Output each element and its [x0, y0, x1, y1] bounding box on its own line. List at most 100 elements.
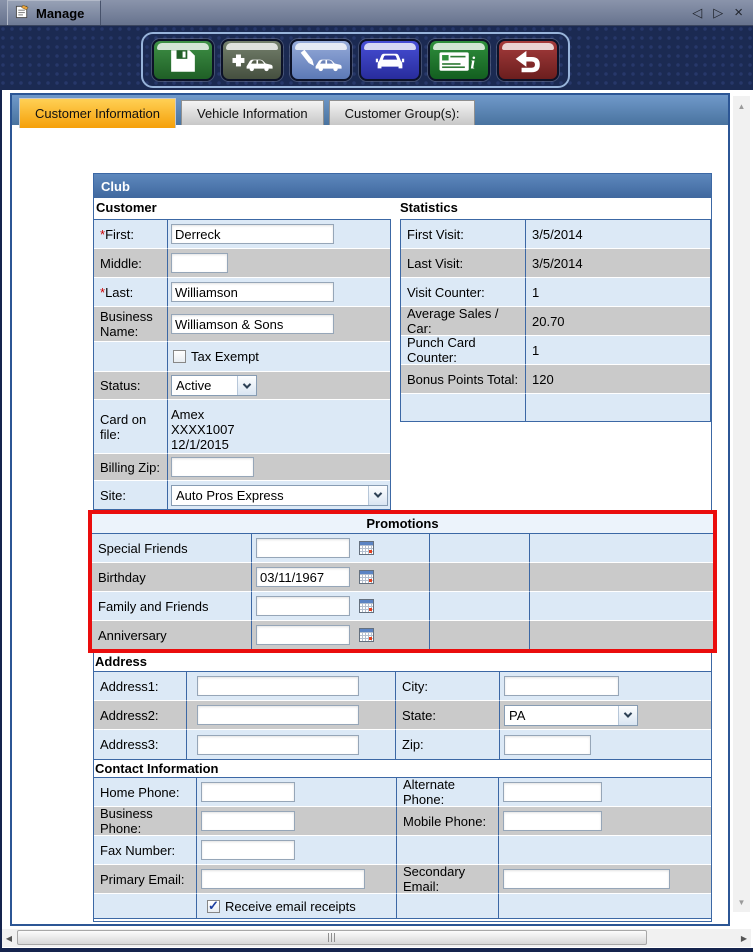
punch-card-value: 1	[532, 343, 539, 358]
edit-vehicle-button[interactable]	[290, 39, 352, 81]
city-label: City:	[402, 679, 428, 694]
birthday-date-input[interactable]	[256, 567, 350, 587]
manage-panel: Customer Information Vehicle Information…	[10, 93, 730, 926]
vehicle-button[interactable]	[359, 39, 421, 81]
business-phone-input[interactable]	[201, 811, 295, 831]
first-name-label: *First:	[100, 227, 134, 242]
calendar-icon[interactable]	[359, 628, 374, 642]
promotions-section: Promotions Special Friends Birthday	[88, 510, 717, 653]
bonus-points-value: 120	[532, 372, 554, 387]
alternate-phone-label: Alternate Phone:	[403, 778, 498, 807]
svg-text:i: i	[470, 53, 475, 72]
mobile-phone-input[interactable]	[503, 811, 602, 831]
fax-number-input[interactable]	[201, 840, 295, 860]
manage-window: Manage ◁ ▷ ×	[0, 0, 753, 952]
tab-customer-information[interactable]: Customer Information	[19, 98, 176, 128]
back-button[interactable]	[497, 39, 559, 81]
horizontal-scrollbar-thumb[interactable]	[17, 930, 647, 945]
anniversary-label: Anniversary	[98, 628, 167, 643]
visit-counter-label: Visit Counter:	[407, 285, 485, 300]
tax-exempt-checkbox[interactable]	[173, 350, 186, 363]
customer-information-form: Club Customer Statistics *First: Middle:…	[12, 125, 728, 924]
first-visit-value: 3/5/2014	[532, 227, 583, 242]
contact-information-heading: Contact Information	[95, 761, 219, 776]
tab-strip: Customer Information Vehicle Information…	[12, 95, 728, 125]
manage-form-icon	[15, 4, 30, 22]
edit-vehicle-icon	[299, 44, 343, 77]
receive-email-receipts-checkbox[interactable]	[207, 900, 220, 913]
anniversary-date-input[interactable]	[256, 625, 350, 645]
window-bottom-border	[0, 948, 753, 952]
scroll-left-icon[interactable]: ◀	[2, 929, 16, 947]
secondary-email-input[interactable]	[503, 869, 670, 889]
state-label: State:	[402, 708, 436, 723]
tab-vehicle-information[interactable]: Vehicle Information	[181, 100, 324, 125]
vehicle-icon	[373, 43, 407, 77]
zip-input[interactable]	[504, 735, 591, 755]
punch-card-label: Punch Card Counter:	[407, 336, 525, 365]
primary-email-input[interactable]	[201, 869, 365, 889]
special-friends-date-input[interactable]	[256, 538, 350, 558]
last-visit-value: 3/5/2014	[532, 256, 583, 271]
address2-input[interactable]	[197, 705, 359, 725]
calendar-icon[interactable]	[359, 570, 374, 584]
billing-zip-label: Billing Zip:	[100, 460, 160, 475]
nav-prev-icon[interactable]: ◁	[692, 6, 702, 19]
special-friends-label: Special Friends	[98, 541, 188, 556]
status-label: Status:	[100, 378, 140, 393]
customer-heading: Customer	[96, 200, 157, 215]
billing-zip-input[interactable]	[171, 457, 254, 477]
first-visit-label: First Visit:	[407, 227, 464, 242]
scroll-down-icon[interactable]: ▼	[733, 894, 750, 910]
address-table: Address1: City: Address2: State: PA	[93, 671, 712, 760]
nav-next-icon[interactable]: ▷	[713, 6, 723, 19]
state-select[interactable]: PA	[504, 705, 638, 726]
city-input[interactable]	[504, 676, 619, 696]
contact-information-table: Home Phone: Alternate Phone: Business Ph…	[93, 777, 712, 919]
middle-name-label: Middle:	[100, 256, 142, 271]
first-name-input[interactable]	[171, 224, 334, 244]
save-button[interactable]	[152, 39, 214, 81]
middle-name-input[interactable]	[171, 253, 228, 273]
statistics-table: First Visit: 3/5/2014 Last Visit: 3/5/20…	[400, 219, 711, 422]
address1-input[interactable]	[197, 676, 359, 696]
status-select[interactable]: Active	[171, 375, 257, 396]
title-bar: Manage ◁ ▷ ×	[0, 0, 753, 26]
club-section: Club Customer Statistics *First: Middle:…	[93, 173, 712, 922]
dropdown-arrow-icon	[618, 706, 637, 725]
scroll-up-icon[interactable]: ▲	[733, 98, 750, 114]
customer-info-button[interactable]: i	[428, 39, 490, 81]
site-label: Site:	[100, 488, 126, 503]
last-name-input[interactable]	[171, 282, 334, 302]
dropdown-arrow-icon	[237, 376, 256, 395]
family-friends-date-input[interactable]	[256, 596, 350, 616]
zip-label: Zip:	[402, 737, 424, 752]
horizontal-scrollbar[interactable]: ◀ ▶	[2, 929, 751, 947]
manage-window-tab[interactable]: Manage	[7, 0, 101, 25]
card-on-file-label: Card on file:	[100, 412, 167, 442]
address1-label: Address1:	[100, 679, 159, 694]
address3-label: Address3:	[100, 737, 159, 752]
vertical-scrollbar[interactable]: ▲ ▼	[733, 96, 750, 912]
toolbar: i	[0, 26, 753, 90]
home-phone-input[interactable]	[201, 782, 295, 802]
calendar-icon[interactable]	[359, 541, 374, 555]
last-name-label: *Last:	[100, 285, 133, 300]
back-arrow-icon	[513, 44, 543, 77]
tab-customer-groups[interactable]: Customer Group(s):	[329, 100, 476, 125]
address3-input[interactable]	[197, 735, 359, 755]
site-select[interactable]: Auto Pros Express	[171, 485, 388, 506]
alternate-phone-input[interactable]	[503, 782, 602, 802]
scroll-right-icon[interactable]: ▶	[737, 929, 751, 947]
card-on-file-value: Amex XXXX1007 12/1/2015	[171, 402, 235, 452]
add-vehicle-button[interactable]	[221, 39, 283, 81]
calendar-icon[interactable]	[359, 599, 374, 613]
business-name-label: Business Name:	[100, 309, 167, 339]
home-phone-label: Home Phone:	[100, 785, 180, 800]
close-icon[interactable]: ×	[734, 5, 743, 20]
customer-info-card-icon: i	[438, 44, 480, 77]
business-name-input[interactable]	[171, 314, 334, 334]
dropdown-arrow-icon	[368, 486, 387, 505]
secondary-email-label: Secondary Email:	[403, 865, 498, 894]
statistics-heading: Statistics	[400, 200, 458, 215]
